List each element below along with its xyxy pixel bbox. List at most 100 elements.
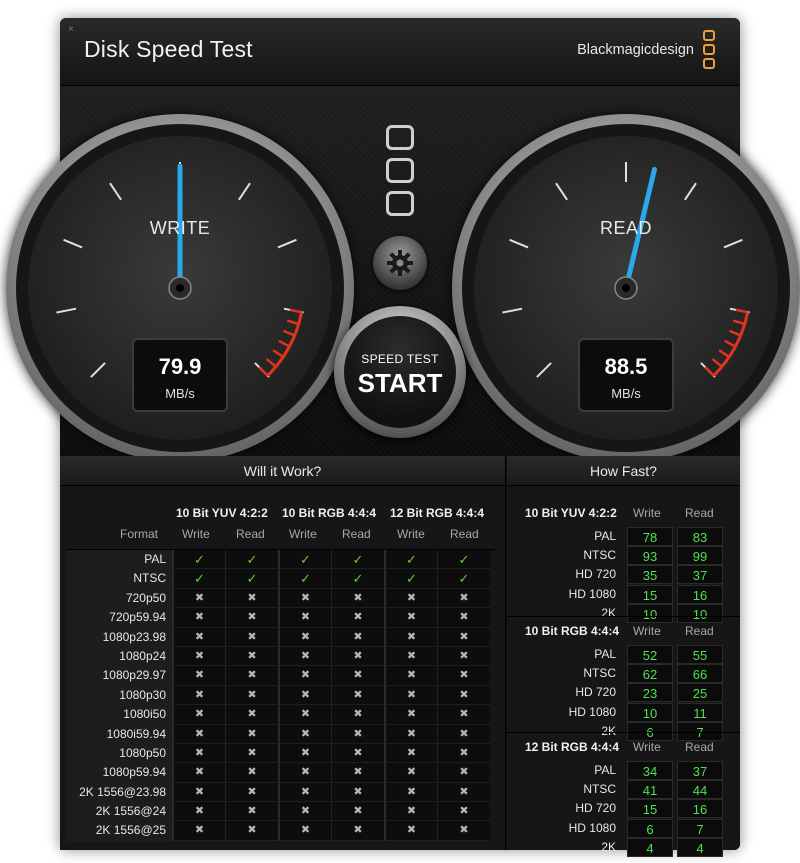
write-speed-value: 79.9: [158, 354, 202, 379]
read-column-header: Read: [342, 527, 371, 541]
write-gauge-tick: [90, 362, 106, 378]
cross-icon: ✖: [437, 627, 490, 647]
cross-icon: ✖: [172, 782, 225, 803]
cross-icon: ✖: [437, 743, 490, 764]
cross-icon: ✖: [278, 763, 331, 783]
read-speed-cell: 37: [677, 565, 723, 585]
check-icon: ✓: [225, 569, 278, 589]
cross-icon: ✖: [437, 685, 490, 706]
format-label: HD 1080: [568, 704, 616, 719]
table-row: 2K 1556@24 ✖ ✖ ✖ ✖ ✖ ✖: [66, 802, 496, 822]
read-gauge-tick: [536, 362, 552, 378]
start-button-label: START: [357, 368, 443, 398]
cross-icon: ✖: [225, 743, 278, 764]
cross-icon: ✖: [172, 627, 225, 647]
check-icon: ✓: [172, 569, 225, 589]
write-gauge-tick: [238, 182, 251, 201]
read-gauge-redzone-tick: [718, 349, 730, 358]
write-gauge-tick: [109, 182, 122, 201]
write-speed-cell: 41: [627, 780, 673, 800]
read-gauge-redzone-tick: [704, 366, 715, 377]
read-column-header: Read: [450, 527, 479, 541]
cross-icon: ✖: [225, 705, 278, 725]
write-speed-unit: MB/s: [165, 386, 195, 401]
format-label: HD 720: [575, 801, 616, 816]
read-speed-cell: 16: [677, 799, 723, 819]
table-row: HD 1080 10 11: [507, 702, 740, 722]
cross-icon: ✖: [331, 685, 384, 706]
format-label: HD 1080: [568, 586, 616, 601]
table-row: 1080p24 ✖ ✖ ✖ ✖ ✖ ✖: [66, 646, 496, 667]
cross-icon: ✖: [437, 705, 490, 725]
format-label: 1080p30: [66, 685, 172, 706]
table-row: PAL ✓ ✓ ✓ ✓ ✓ ✓: [66, 550, 496, 570]
cross-icon: ✖: [172, 666, 225, 686]
settings-button[interactable]: [373, 236, 427, 290]
write-speed-cell: 34: [627, 761, 673, 780]
write-column-header: Write: [633, 740, 661, 754]
cross-icon: ✖: [225, 724, 278, 744]
read-speed-cell: 55: [677, 645, 723, 664]
format-label: NTSC: [583, 782, 616, 797]
cross-icon: ✖: [225, 802, 278, 822]
cross-icon: ✖: [331, 724, 384, 744]
close-icon[interactable]: ×: [66, 25, 76, 35]
cross-icon: ✖: [384, 666, 437, 686]
table-row: 2K 1556@23.98 ✖ ✖ ✖ ✖ ✖ ✖: [66, 782, 496, 803]
write-gauge-redzone-tick: [258, 366, 269, 377]
check-icon: ✓: [384, 550, 437, 570]
read-gauge-hub-center: [622, 284, 630, 292]
section-title: 12 Bit RGB 4:4:4: [525, 740, 620, 754]
app-title: Disk Speed Test: [84, 36, 253, 62]
cross-icon: ✖: [384, 821, 437, 841]
start-button[interactable]: SPEED TEST START: [334, 306, 466, 438]
table-row: 2K 4 4: [507, 837, 740, 857]
table-row: PAL 78 83: [507, 527, 740, 546]
cross-icon: ✖: [437, 666, 490, 686]
cross-icon: ✖: [331, 743, 384, 764]
check-icon: ✓: [225, 550, 278, 570]
table-row: 1080p29.97 ✖ ✖ ✖ ✖ ✖ ✖: [66, 666, 496, 686]
table-row: 2K 10 10: [507, 603, 740, 623]
write-speed-cell: 4: [627, 837, 673, 857]
cross-icon: ✖: [172, 821, 225, 841]
cross-icon: ✖: [437, 724, 490, 744]
table-row: HD 1080 6 7: [507, 818, 740, 838]
check-icon: ✓: [384, 569, 437, 589]
cross-icon: ✖: [437, 588, 490, 609]
table-row: HD 720 35 37: [507, 565, 740, 585]
write-speed-cell: 52: [627, 645, 673, 664]
cross-icon: ✖: [331, 802, 384, 822]
table-row: HD 720 23 25: [507, 683, 740, 703]
cross-icon: ✖: [172, 685, 225, 706]
check-icon: ✓: [172, 550, 225, 570]
cross-icon: ✖: [384, 588, 437, 609]
table-row: NTSC 62 66: [507, 664, 740, 684]
cross-icon: ✖: [278, 608, 331, 628]
format-label: 1080i59.94: [66, 724, 172, 744]
table-row: PAL 52 55: [507, 645, 740, 664]
cross-icon: ✖: [278, 743, 331, 764]
write-readout: 79.9 MB/s: [132, 338, 228, 412]
format-label: NTSC: [583, 548, 616, 563]
read-speed-cell: 11: [677, 702, 723, 722]
write-gauge-redzone-tick: [289, 308, 302, 314]
read-speed-cell: 66: [677, 664, 723, 684]
cross-icon: ✖: [278, 627, 331, 647]
format-label: 2K: [601, 605, 616, 620]
check-icon: ✓: [331, 569, 384, 589]
will-it-work-panel: Will it Work? 10 Bit YUV 4:2:2 10 Bit RG…: [60, 456, 506, 850]
read-readout: 88.5 MB/s: [578, 338, 674, 412]
write-speed-cell: 10: [627, 702, 673, 722]
write-gauge-redzone-tick: [265, 358, 277, 368]
table-row: NTSC 93 99: [507, 546, 740, 566]
cross-icon: ✖: [225, 821, 278, 841]
format-label: 720p50: [66, 588, 172, 609]
cross-icon: ✖: [331, 666, 384, 686]
read-speed-cell: 37: [677, 761, 723, 780]
read-gauge-tick: [723, 238, 743, 249]
cross-icon: ✖: [331, 588, 384, 609]
format-label: HD 720: [575, 567, 616, 582]
gear-icon: [387, 250, 413, 276]
format-label: PAL: [594, 763, 616, 777]
